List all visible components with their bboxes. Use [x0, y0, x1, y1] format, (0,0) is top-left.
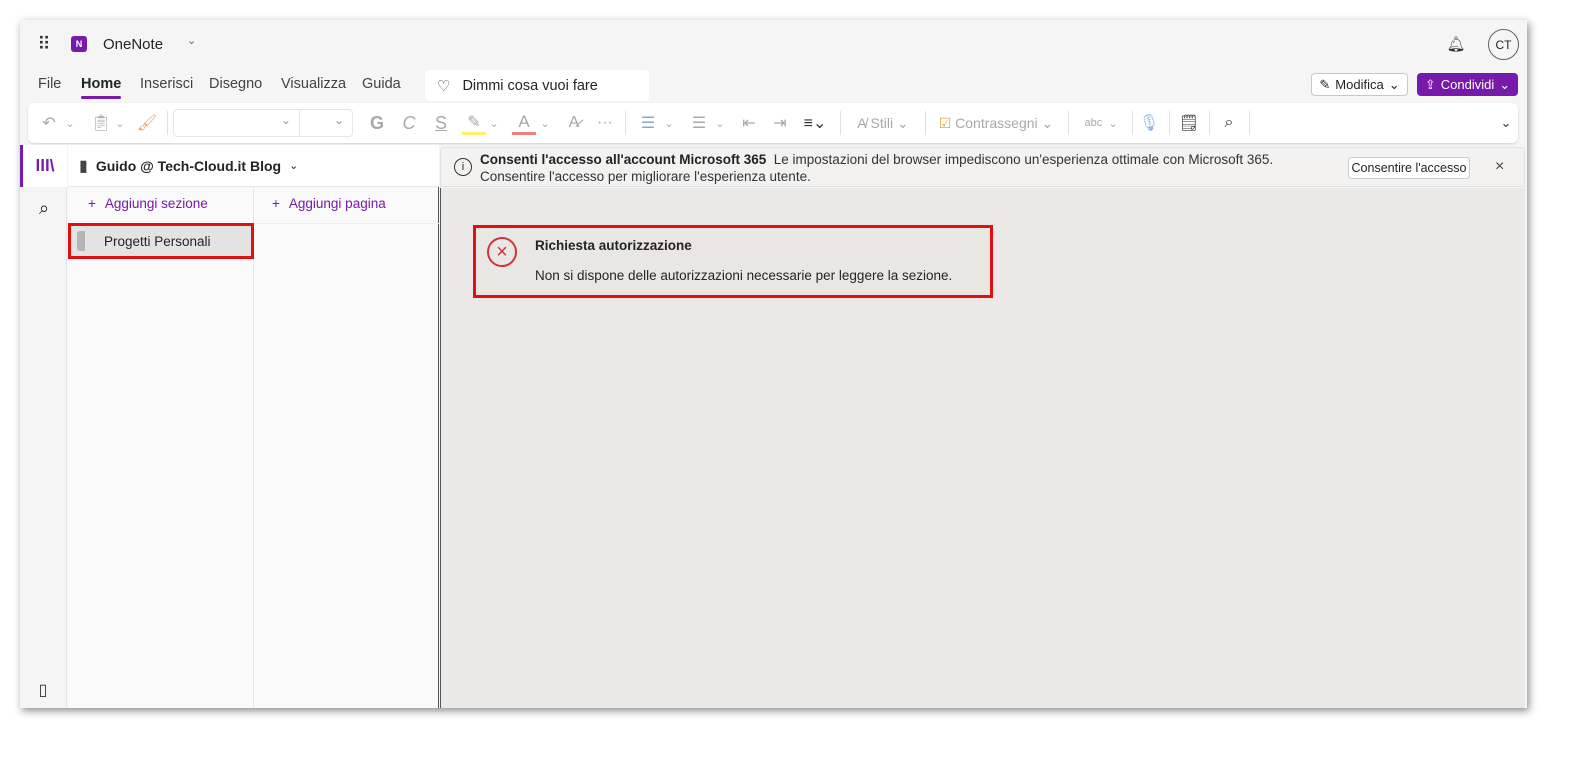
- chevron-down-icon: ⌄: [1499, 76, 1511, 92]
- styles-icon: A̸: [857, 115, 867, 131]
- tab-home[interactable]: Home: [81, 76, 122, 99]
- info-title: Consenti l'accesso all'account Microsoft…: [480, 152, 767, 167]
- search-icon[interactable]: ⌕: [1218, 111, 1240, 135]
- chevron-down-icon[interactable]: ⌄: [488, 111, 500, 135]
- left-rail: [20, 145, 67, 708]
- error-title: Richiesta autorizzazione: [535, 238, 692, 253]
- chevron-down-icon[interactable]: ⌄: [539, 111, 551, 135]
- onenote-logo-icon: N: [71, 36, 87, 52]
- tell-me-search[interactable]: ♡ Dimmi cosa vuoi fare: [425, 70, 649, 101]
- pencil-icon: ✎: [1319, 76, 1331, 92]
- bullets-icon[interactable]: ☰: [637, 111, 659, 135]
- more-button[interactable]: ···: [594, 111, 616, 135]
- chevron-down-icon: ⌄: [1388, 76, 1400, 92]
- share-button[interactable]: ⇪ Condividi ⌄: [1417, 73, 1518, 96]
- share-label: Condividi: [1440, 77, 1495, 92]
- add-section-button[interactable]: + Aggiungi sezione: [88, 196, 208, 211]
- info-text: Consenti l'accesso all'account Microsoft…: [480, 151, 1330, 185]
- spelling-icon: abc: [1084, 117, 1103, 129]
- tab-visualizza[interactable]: Visualizza: [281, 76, 346, 92]
- sticky-note-icon[interactable]: 🗒︎: [1178, 111, 1200, 135]
- app-launcher-icon[interactable]: ⠿: [32, 32, 56, 56]
- plus-icon: +: [88, 196, 96, 211]
- paste-icon[interactable]: 📋︎: [90, 111, 112, 135]
- lightbulb-icon: ♡: [437, 77, 451, 95]
- font-color-icon[interactable]: A: [512, 111, 536, 135]
- chevron-down-icon: ⌄: [289, 160, 299, 172]
- notebooks-library-icon[interactable]: lll\: [20, 145, 67, 187]
- highlight-icon[interactable]: ✎: [462, 111, 486, 135]
- chevron-down-icon[interactable]: ⌄: [663, 111, 675, 135]
- chevron-down-icon[interactable]: ⌄: [64, 111, 76, 135]
- onenote-window: ⠿ N OneNote ⌄ 🔔︎ CT File Home Inserisci …: [20, 20, 1527, 708]
- allow-access-button[interactable]: Consentire l'accesso: [1348, 157, 1470, 179]
- font-selectors: ⌄ ⌄: [173, 109, 353, 137]
- plus-icon: +: [272, 196, 280, 211]
- clear-formatting-icon[interactable]: A̷: [563, 111, 585, 135]
- alignment-icon[interactable]: ≡⌄: [800, 111, 830, 135]
- edit-button[interactable]: ✎ Modifica ⌄: [1311, 73, 1408, 96]
- search-icon[interactable]: ⌕: [32, 196, 56, 220]
- bell-icon[interactable]: 🔔︎: [1446, 34, 1466, 54]
- spelling-button[interactable]: abc ⌄: [1076, 111, 1126, 135]
- edit-label: Modifica: [1335, 77, 1384, 92]
- sections-pane: + Aggiungi sezione Progetti Personali: [68, 187, 254, 708]
- format-painter-icon[interactable]: 🖌︎: [136, 111, 158, 135]
- tags-label: Contrassegni: [955, 115, 1038, 131]
- ribbon-toolbar: ↶ ⌄ 📋︎ ⌄ 🖌︎ ⌄ ⌄ G C S ✎ ⌄ A ⌄ A̷ ··· ☰ ⌄…: [28, 103, 1518, 143]
- chevron-down-icon[interactable]: ⌄: [114, 111, 126, 135]
- add-page-button[interactable]: + Aggiungi pagina: [272, 196, 386, 211]
- italic-button[interactable]: C: [400, 111, 418, 135]
- info-bar: i Consenti l'accesso all'account Microso…: [440, 147, 1525, 187]
- notebook-header[interactable]: ▮ Guido @ Tech-Cloud.it Blog ⌄: [68, 145, 439, 187]
- mobile-device-icon[interactable]: ▯: [32, 678, 54, 702]
- add-section-label: Aggiungi sezione: [104, 196, 208, 211]
- section-item[interactable]: Progetti Personali: [68, 223, 254, 259]
- share-icon: ⇪: [1424, 76, 1436, 92]
- section-color-tab: [77, 231, 85, 251]
- expand-ribbon-chevron-icon[interactable]: ⌄: [1498, 111, 1514, 135]
- bold-button[interactable]: G: [368, 111, 386, 135]
- page-canvas: × Richiesta autorizzazione Non si dispon…: [440, 188, 1525, 708]
- error-icon: ×: [487, 237, 517, 267]
- font-family-select[interactable]: ⌄: [174, 110, 300, 136]
- underline-button[interactable]: S: [432, 111, 450, 135]
- styles-button[interactable]: A̸ Stili ⌄: [850, 111, 916, 135]
- styles-label: Stili: [870, 115, 894, 131]
- search-placeholder: Dimmi cosa vuoi fare: [462, 77, 598, 94]
- chevron-down-icon[interactable]: ⌄: [714, 111, 726, 135]
- decrease-indent-icon[interactable]: ⇤: [738, 111, 760, 135]
- tab-inserisci[interactable]: Inserisci: [140, 76, 193, 92]
- add-page-label: Aggiungi pagina: [288, 196, 386, 211]
- dictate-microphone-icon[interactable]: 🎙︎: [1138, 111, 1160, 135]
- tab-guida[interactable]: Guida: [362, 76, 401, 92]
- avatar[interactable]: CT: [1488, 29, 1519, 60]
- close-icon[interactable]: ×: [1495, 158, 1504, 176]
- error-message: Non si dispone delle autorizzazioni nece…: [535, 268, 953, 283]
- permission-error: × Richiesta autorizzazione Non si dispon…: [473, 225, 993, 298]
- tag-icon: ☑: [938, 114, 952, 131]
- tab-disegno[interactable]: Disegno: [209, 76, 262, 92]
- tab-file[interactable]: File: [38, 76, 61, 92]
- notebook-name: Guido @ Tech-Cloud.it Blog: [95, 157, 282, 174]
- font-size-select[interactable]: ⌄: [300, 110, 352, 136]
- tags-button[interactable]: ☑ Contrassegni ⌄: [933, 111, 1059, 135]
- pages-pane: + Aggiungi pagina: [254, 187, 439, 708]
- section-label: Progetti Personali: [104, 233, 211, 249]
- chevron-down-icon[interactable]: ⌄: [187, 34, 196, 47]
- info-icon: i: [454, 158, 472, 176]
- increase-indent-icon[interactable]: ⇥: [769, 111, 791, 135]
- undo-icon[interactable]: ↶: [38, 111, 60, 135]
- numbering-icon[interactable]: ☰: [688, 111, 710, 135]
- app-name[interactable]: OneNote: [103, 36, 163, 53]
- notebook-icon: ▮: [79, 157, 88, 175]
